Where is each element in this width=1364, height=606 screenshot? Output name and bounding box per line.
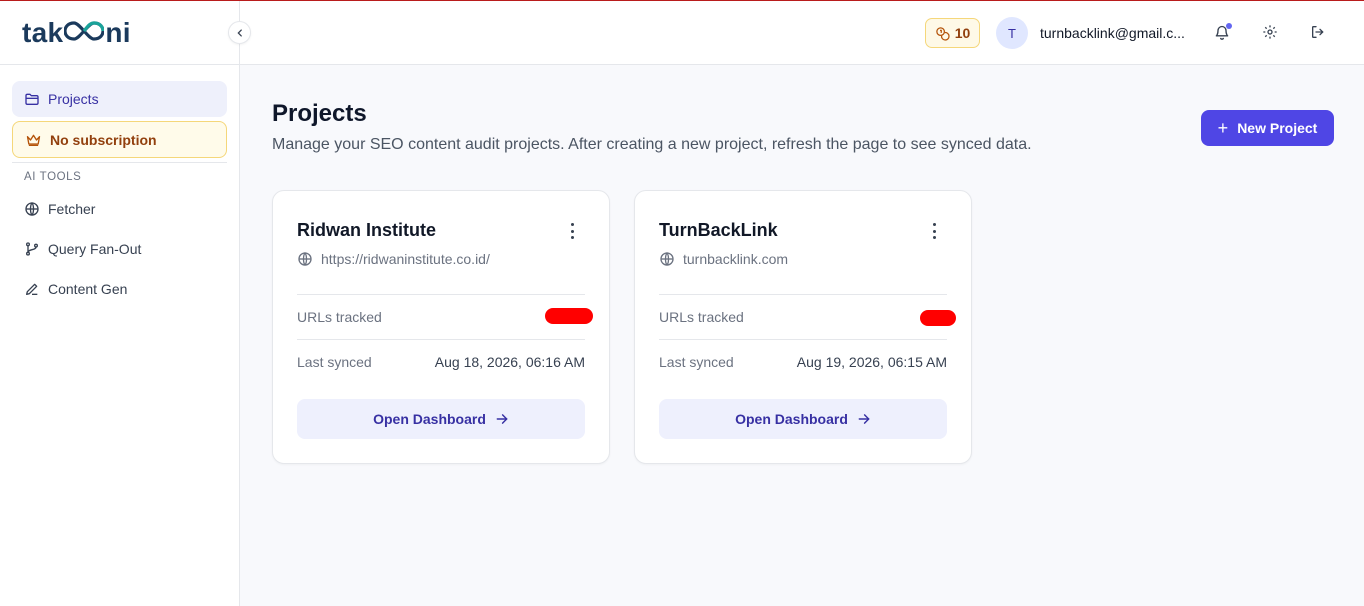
user-email[interactable]: turnbacklink@gmail.c... (1040, 25, 1188, 41)
last-synced-label: Last synced (297, 354, 372, 370)
logout-button[interactable] (1309, 23, 1327, 41)
main-content: Projects Manage your SEO content audit p… (272, 100, 1032, 154)
logo-text-suffix: ni (105, 16, 131, 48)
credits-badge[interactable]: 10 (925, 18, 980, 48)
project-url: turnbacklink.com (659, 251, 788, 267)
arrow-right-icon (857, 412, 871, 426)
logout-icon (1310, 24, 1326, 40)
sidebar-item-query-fan-out[interactable]: Query Fan-Out (12, 229, 227, 269)
globe-icon (24, 201, 40, 217)
new-project-button[interactable]: + New Project (1201, 110, 1334, 146)
sidebar-item-label: Fetcher (48, 201, 96, 217)
sidebar-item-label: Query Fan-Out (48, 241, 142, 257)
divider (297, 294, 585, 295)
sidebar-item-projects[interactable]: Projects (12, 81, 227, 117)
last-synced-value: Aug 19, 2026, 06:15 AM (796, 354, 947, 370)
settings-button[interactable] (1261, 23, 1279, 41)
globe-icon (659, 251, 675, 267)
project-name[interactable]: TurnBackLink (659, 220, 778, 241)
project-url-text: turnbacklink.com (683, 251, 789, 267)
avatar[interactable]: T (996, 17, 1028, 49)
sidebar-item-label: Content Gen (48, 281, 128, 297)
plus-icon: + (1217, 118, 1229, 138)
folder-icon (24, 91, 40, 107)
more-options-icon[interactable] (931, 223, 937, 239)
notification-dot (1226, 23, 1232, 29)
infinity-logo-icon (63, 17, 105, 49)
globe-icon (297, 251, 313, 267)
project-card: Ridwan Institute https://ridwaninstitute… (272, 190, 610, 464)
project-url-text: https://ridwaninstitute.co.id/ (321, 251, 490, 267)
pen-icon (24, 281, 40, 297)
notifications-button[interactable] (1213, 23, 1232, 41)
last-synced-label: Last synced (659, 354, 734, 370)
project-url: https://ridwaninstitute.co.id/ (297, 251, 490, 267)
subscription-label: No subscription (50, 131, 157, 148)
divider (659, 339, 947, 340)
urls-tracked-label: URLs tracked (297, 309, 382, 325)
sidebar-item-fetcher[interactable]: Fetcher (12, 189, 227, 229)
gear-icon (1262, 24, 1278, 40)
takooni-logo[interactable]: tak ni (22, 17, 131, 49)
arrow-right-icon (495, 412, 509, 426)
divider (659, 294, 947, 295)
coins-icon (935, 26, 950, 41)
redacted-urls-tracked-value (920, 310, 956, 326)
project-card: TurnBackLink turnbacklink.com URLs track… (634, 190, 972, 464)
credits-count: 10 (954, 25, 971, 41)
open-dashboard-button[interactable]: Open Dashboard (659, 399, 947, 439)
urls-tracked-label: URLs tracked (659, 309, 744, 325)
page-description: Manage your SEO content audit projects. … (272, 136, 1032, 153)
divider (297, 339, 585, 340)
open-dashboard-label: Open Dashboard (373, 411, 486, 427)
open-dashboard-label: Open Dashboard (735, 411, 848, 427)
top-header: 10 T turnbacklink@gmail.c... (240, 1, 1364, 65)
new-project-label: New Project (1237, 120, 1318, 136)
last-synced-value: Aug 18, 2026, 06:16 AM (434, 354, 585, 370)
chevron-left-icon (235, 28, 245, 38)
project-name[interactable]: Ridwan Institute (297, 220, 436, 241)
more-options-icon[interactable] (569, 223, 575, 239)
collapse-sidebar-button[interactable] (228, 21, 251, 44)
crown-icon (25, 132, 42, 148)
sidebar-item-content-gen[interactable]: Content Gen (12, 269, 227, 309)
ai-tools-section-label: AI TOOLS (12, 162, 227, 189)
git-branch-icon (24, 241, 40, 257)
sidebar: tak ni Projects No subscription AI TOOLS (0, 1, 240, 606)
subscription-badge[interactable]: No subscription (12, 121, 227, 158)
sidebar-nav: Projects No subscription AI TOOLS Fetche… (0, 65, 239, 309)
logo-text-prefix: tak (22, 16, 64, 48)
sidebar-item-label: Projects (48, 91, 99, 107)
redacted-urls-tracked-value (545, 308, 593, 324)
open-dashboard-button[interactable]: Open Dashboard (297, 399, 585, 439)
brand: tak ni (0, 1, 239, 65)
page-title: Projects (272, 100, 367, 127)
